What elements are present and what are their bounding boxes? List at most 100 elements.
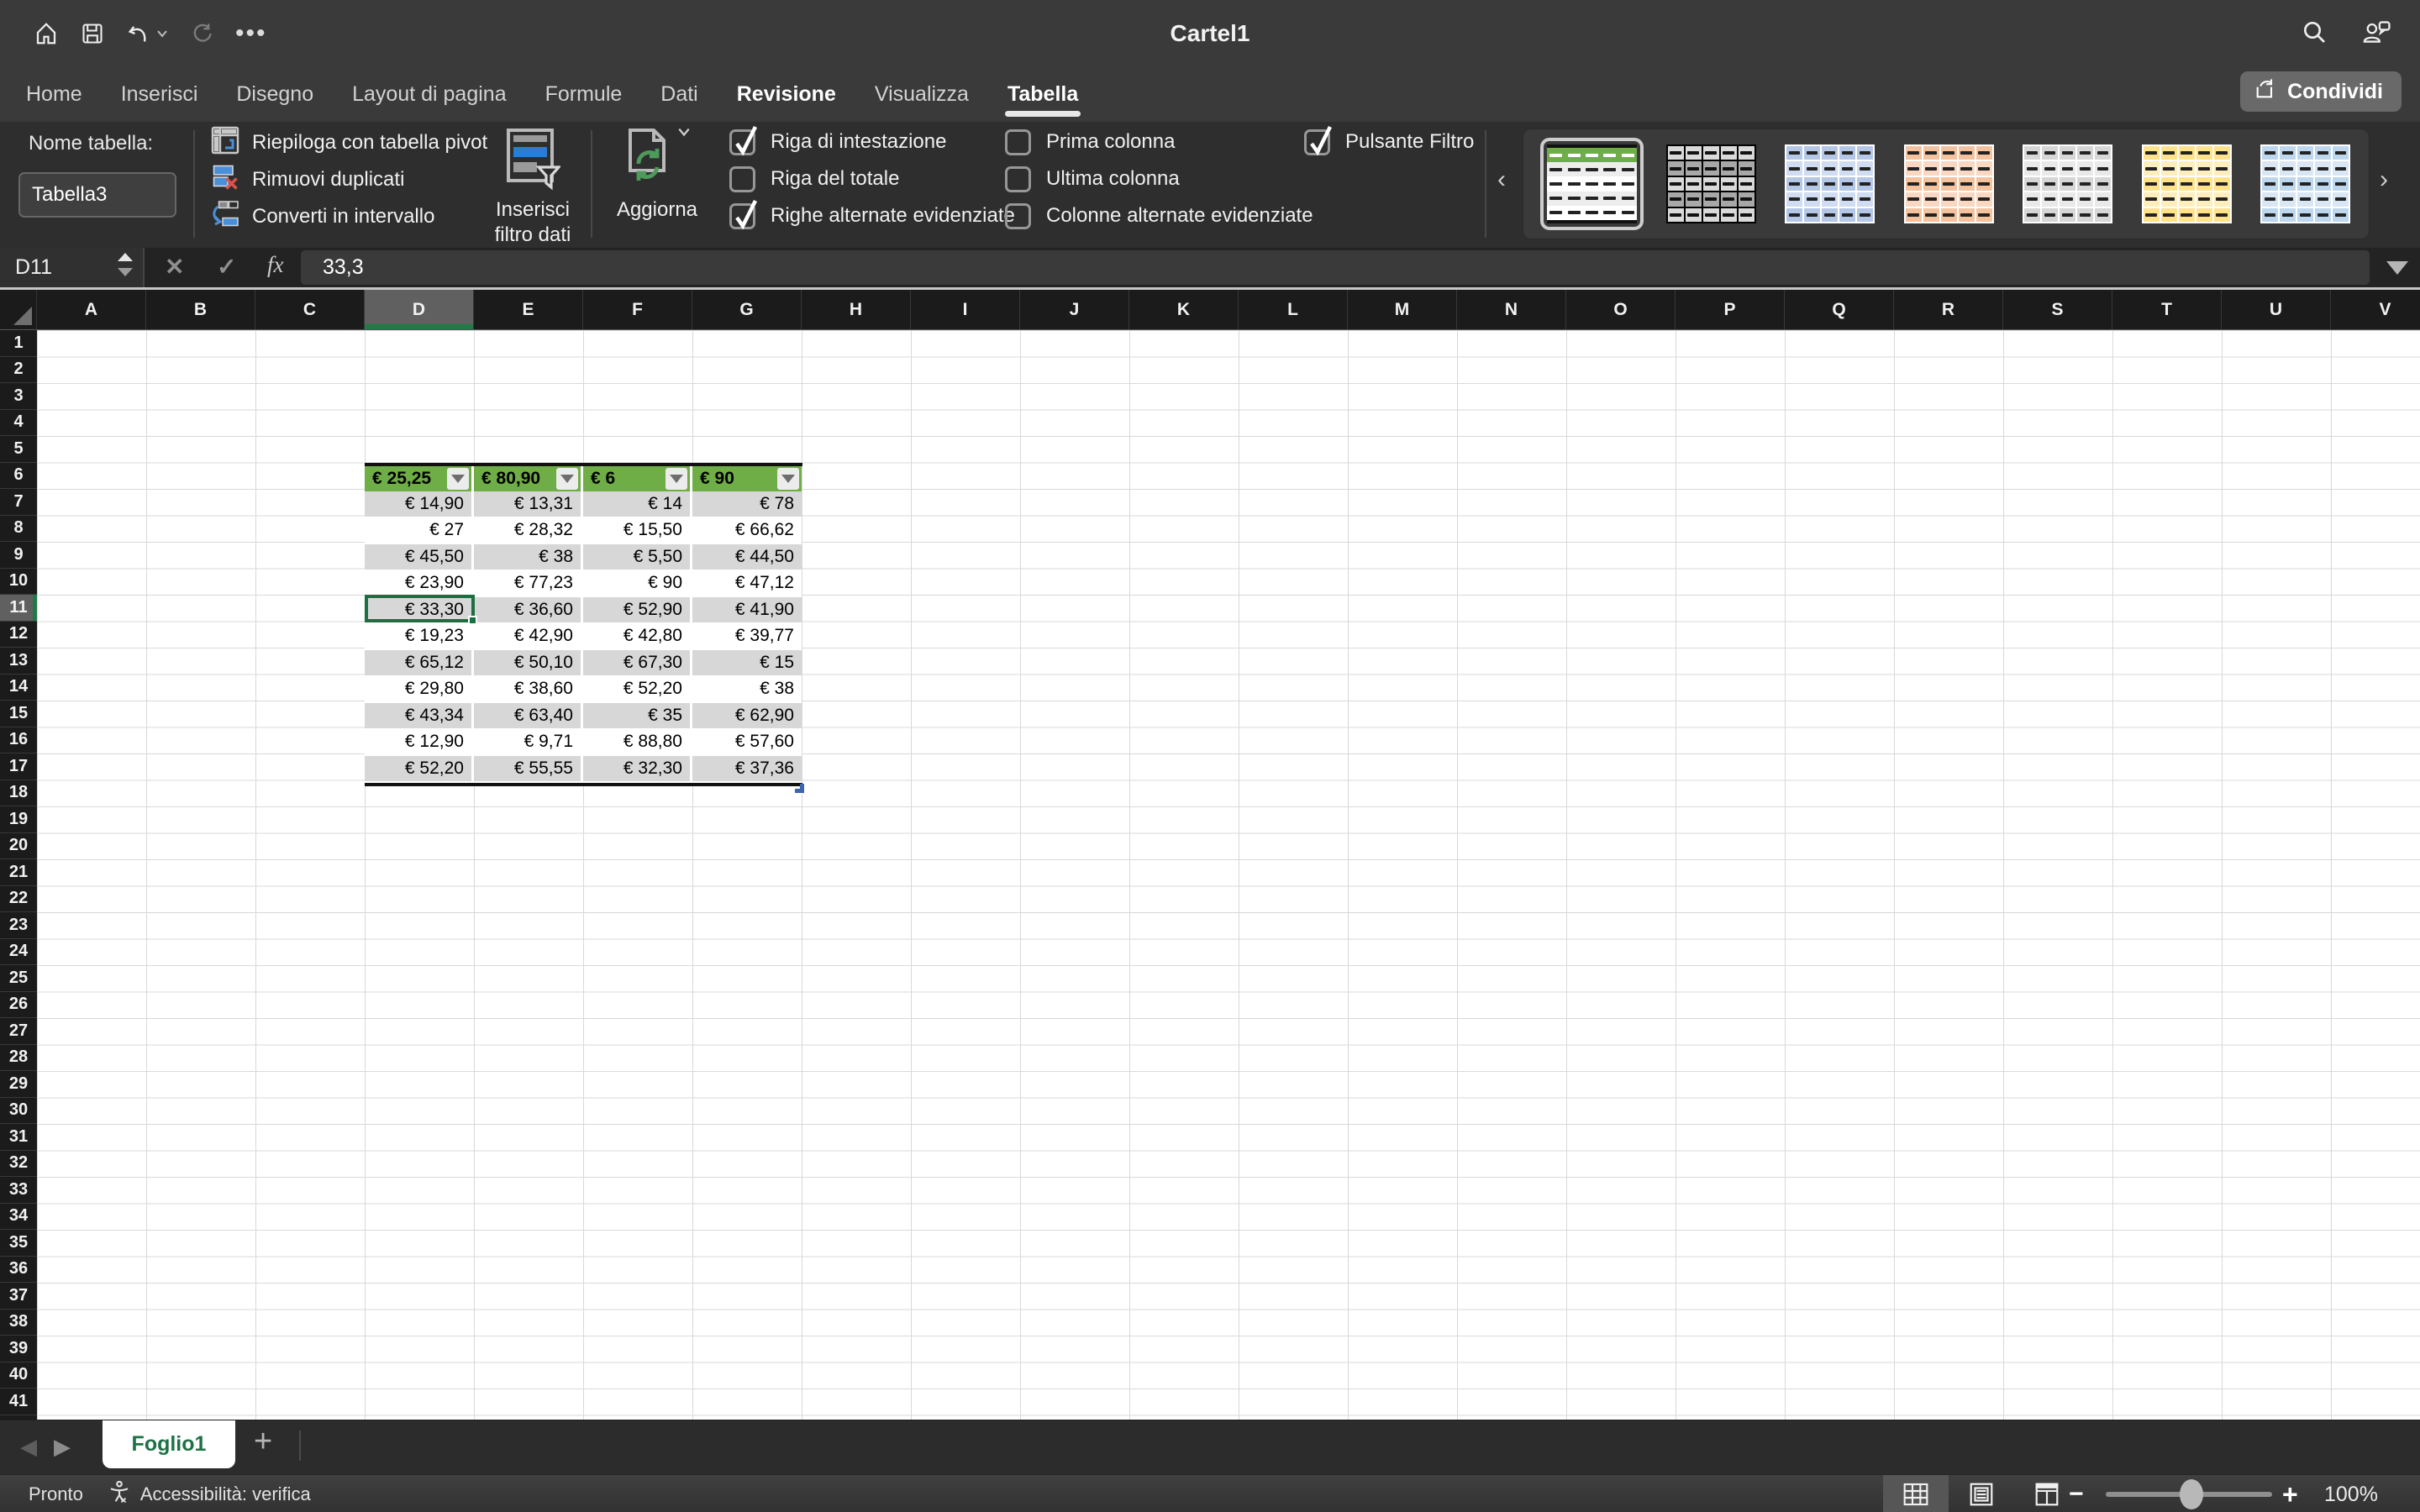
row-header-20[interactable]: 20 [0,833,37,860]
column-header-C[interactable]: C [255,290,365,329]
table-cell[interactable]: € 45,50 [365,544,474,571]
column-header-T[interactable]: T [2112,290,2222,329]
selected-cell[interactable] [365,595,475,622]
checkbox-riga-del-totale[interactable]: Riga del totale [729,162,899,196]
row-header-7[interactable]: 7 [0,489,37,516]
row-header-16[interactable]: 16 [0,727,37,754]
zoom-slider-thumb[interactable] [2180,1479,2203,1509]
table-cell[interactable]: € 90 [583,571,692,598]
row-header-15[interactable]: 15 [0,701,37,727]
tab-inserisci[interactable]: Inserisci [102,67,218,122]
row-header-1[interactable]: 1 [0,330,37,357]
table-cell[interactable]: € 57,60 [692,730,802,757]
normal-view-button[interactable] [1883,1475,1949,1512]
filter-dropdown-icon[interactable] [447,468,469,490]
table-cell[interactable]: € 32,30 [583,756,692,783]
filter-dropdown-icon[interactable] [666,468,687,490]
tab-formule[interactable]: Formule [526,67,642,122]
tab-tabella[interactable]: Tabella [988,67,1097,122]
column-header-R[interactable]: R [1894,290,2003,329]
row-header-25[interactable]: 25 [0,965,37,992]
row-header-41[interactable]: 41 [0,1389,37,1415]
zoom-out-icon[interactable]: − [2069,1480,2084,1509]
table-cell[interactable]: € 38,60 [474,677,583,704]
tab-dati[interactable]: Dati [641,67,717,122]
row-header-28[interactable]: 28 [0,1045,37,1072]
row-header-39[interactable]: 39 [0,1336,37,1362]
checkbox-pulsante-filtro[interactable]: Pulsante Filtro [1304,125,1474,159]
column-header-D[interactable]: D [365,290,474,329]
checkbox-colonne-alternate-evidenziate[interactable]: Colonne alternate evidenziate [1005,199,1313,233]
checkbox-prima-colonna[interactable]: Prima colonna [1005,125,1175,159]
checkbox-riga-di-intestazione[interactable]: Riga di intestazione [729,125,946,159]
zoom-in-icon[interactable]: + [2282,1479,2298,1510]
row-header-32[interactable]: 32 [0,1151,37,1178]
table-cell[interactable]: € 65,12 [365,650,474,677]
enter-icon[interactable]: ✓ [217,253,236,281]
grid[interactable]: € 25,25€ 80,90€ 6€ 90€ 14,90€ 13,31€ 14€… [37,330,2420,1420]
table-cell[interactable]: € 36,60 [474,597,583,624]
prev-sheet-icon[interactable]: ◀ [20,1434,37,1460]
row-header-12[interactable]: 12 [0,622,37,648]
column-header-J[interactable]: J [1020,290,1129,329]
table-cell[interactable]: € 52,90 [583,597,692,624]
table-cell[interactable]: € 77,23 [474,571,583,598]
table-cell[interactable]: € 44,50 [692,544,802,571]
table-cell[interactable]: € 35 [583,703,692,730]
table-style-3[interactable] [1785,144,1875,223]
column-header-A[interactable]: A [37,290,146,329]
row-header-18[interactable]: 18 [0,780,37,807]
tab-revisione[interactable]: Revisione [718,67,855,122]
row-header-29[interactable]: 29 [0,1071,37,1098]
table-cell[interactable]: € 27 [365,518,474,545]
remove-duplicates-button[interactable]: Rimuovi duplicati [210,162,404,197]
table-cell[interactable]: € 43,34 [365,703,474,730]
table-style-4[interactable] [1904,144,1994,223]
column-header-L[interactable]: L [1239,290,1348,329]
table-cell[interactable]: € 50,10 [474,650,583,677]
filter-dropdown-icon[interactable] [777,468,799,490]
column-header-U[interactable]: U [2222,290,2331,329]
column-header-P[interactable]: P [1676,290,1785,329]
table-cell[interactable]: € 39,77 [692,624,802,651]
table-style-2[interactable] [1666,144,1756,223]
table-cell[interactable]: € 19,23 [365,624,474,651]
row-header-5[interactable]: 5 [0,436,37,463]
table-cell[interactable]: € 55,55 [474,756,583,783]
table-cell[interactable]: € 88,80 [583,730,692,757]
tab-layout-di-pagina[interactable]: Layout di pagina [333,67,525,122]
page-layout-view-button[interactable] [1949,1475,2014,1512]
table-cell[interactable]: € 14,90 [365,491,474,518]
column-header-I[interactable]: I [911,290,1020,329]
row-header-37[interactable]: 37 [0,1283,37,1310]
column-header-B[interactable]: B [146,290,255,329]
table-cell[interactable]: € 13,31 [474,491,583,518]
table-name-input[interactable] [18,172,176,218]
table-cell[interactable]: € 52,20 [583,677,692,704]
column-header-V[interactable]: V [2331,290,2420,329]
row-header-40[interactable]: 40 [0,1362,37,1389]
table-cell[interactable]: € 63,40 [474,703,583,730]
column-header-E[interactable]: E [474,290,583,329]
table-cell[interactable]: € 23,90 [365,571,474,598]
row-header-13[interactable]: 13 [0,648,37,675]
zoom-percentage[interactable]: 100% [2324,1483,2378,1507]
row-header-3[interactable]: 3 [0,383,37,410]
tab-home[interactable]: Home [7,67,102,122]
refresh-button[interactable]: Aggiorna [607,127,708,223]
cancel-icon[interactable]: ✕ [165,253,184,281]
next-sheet-icon[interactable]: ▶ [54,1434,71,1460]
row-header-21[interactable]: 21 [0,859,37,886]
column-header-H[interactable]: H [802,290,911,329]
column-header-N[interactable]: N [1457,290,1566,329]
table-cell[interactable]: € 15 [692,650,802,677]
add-sheet-button[interactable]: + [254,1424,272,1460]
row-header-27[interactable]: 27 [0,1018,37,1045]
zoom-slider[interactable] [2106,1492,2272,1497]
gallery-scroll-left-icon[interactable]: ‹ [1497,165,1506,194]
table-resize-handle[interactable] [795,784,804,793]
row-header-33[interactable]: 33 [0,1177,37,1204]
row-header-30[interactable]: 30 [0,1098,37,1125]
table-cell[interactable]: € 52,20 [365,756,474,783]
accessibility-icon[interactable] [107,1479,132,1509]
